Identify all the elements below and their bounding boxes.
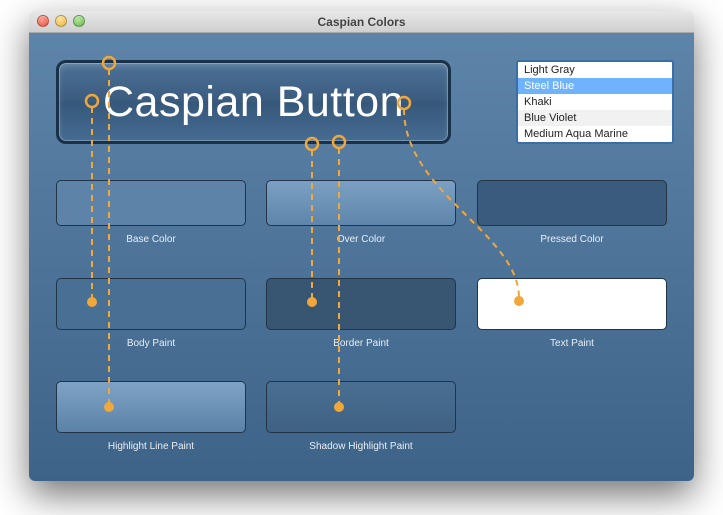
- list-item[interactable]: Medium Aqua Marine: [518, 126, 672, 142]
- list-item[interactable]: Khaki: [518, 94, 672, 110]
- close-icon[interactable]: [37, 15, 49, 27]
- swatch-box: [266, 278, 456, 330]
- swatch-label: Highlight Line Paint: [56, 441, 246, 452]
- list-item[interactable]: Light Gray: [518, 62, 672, 78]
- swatch-highlight-line-paint: Highlight Line Paint: [56, 381, 246, 452]
- swatch-box: [266, 381, 456, 433]
- caspian-button-label: Caspian Button: [103, 78, 404, 127]
- swatch-label: Body Paint: [56, 338, 246, 349]
- swatch-box: [477, 278, 667, 330]
- swatch-label: Base Color: [56, 234, 246, 245]
- titlebar: Caspian Colors: [29, 11, 694, 33]
- swatch-label: Over Color: [266, 234, 456, 245]
- swatch-base-color: Base Color: [56, 180, 246, 245]
- window-title: Caspian Colors: [317, 15, 405, 29]
- swatch-box: [56, 381, 246, 433]
- swatch-box: [56, 180, 246, 226]
- swatch-pressed-color: Pressed Color: [477, 180, 667, 245]
- list-item[interactable]: Blue Violet: [518, 110, 672, 126]
- caspian-button[interactable]: Caspian Button: [56, 60, 451, 144]
- swatch-label: Shadow Highlight Paint: [266, 441, 456, 452]
- app-window: Caspian Colors Caspian Button Light Gray…: [29, 11, 694, 481]
- list-item[interactable]: Steel Blue: [518, 78, 672, 94]
- content-pane: Caspian Button Light Gray Steel Blue Kha…: [29, 33, 694, 481]
- swatch-border-paint: Border Paint: [266, 278, 456, 349]
- swatch-text-paint: Text Paint: [477, 278, 667, 349]
- swatch-over-color: Over Color: [266, 180, 456, 245]
- swatch-body-paint: Body Paint: [56, 278, 246, 349]
- swatch-label: Pressed Color: [477, 234, 667, 245]
- zoom-icon[interactable]: [73, 15, 85, 27]
- swatch-label: Text Paint: [477, 338, 667, 349]
- minimize-icon[interactable]: [55, 15, 67, 27]
- swatch-label: Border Paint: [266, 338, 456, 349]
- color-list[interactable]: Light Gray Steel Blue Khaki Blue Violet …: [516, 60, 674, 144]
- swatch-box: [56, 278, 246, 330]
- swatch-shadow-highlight-paint: Shadow Highlight Paint: [266, 381, 456, 452]
- swatch-box: [477, 180, 667, 226]
- swatch-box: [266, 180, 456, 226]
